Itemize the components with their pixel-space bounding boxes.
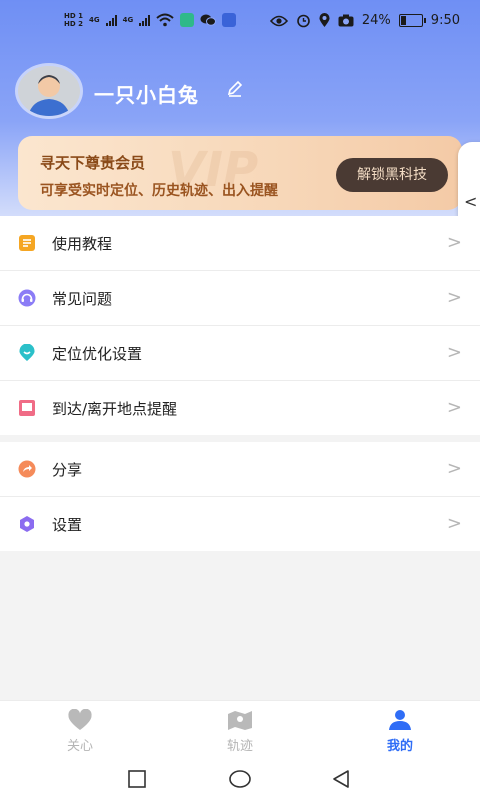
status-bar: HD 1 HD 2 4G 4G 24% 9:50: [0, 0, 480, 44]
status-right: 24% 9:50: [269, 13, 460, 28]
menu-item-faq[interactable]: 常见问题 >: [0, 271, 480, 326]
menu-item-tutorial[interactable]: 使用教程 >: [0, 216, 480, 271]
nav-item-track[interactable]: 轨迹: [160, 701, 320, 759]
camera-icon: [338, 14, 354, 27]
nav-label: 我的: [386, 739, 413, 754]
menu-item-location-optimize[interactable]: 定位优化设置 >: [0, 326, 480, 381]
wifi-icon: [156, 13, 174, 27]
nav-item-care[interactable]: 关心: [0, 701, 160, 759]
home-icon[interactable]: [229, 770, 251, 788]
app-icon-shield: [222, 13, 237, 27]
recent-apps-icon[interactable]: [128, 770, 146, 788]
wechat-icon: [200, 14, 217, 26]
sim2-label: HD 2: [64, 20, 83, 28]
menu-label: 到达/离开地点提醒: [52, 400, 178, 418]
signal2-icon: [139, 14, 151, 26]
menu-item-settings[interactable]: 设置 >: [0, 497, 480, 551]
tutorial-icon: [19, 235, 35, 251]
vip-title: 寻天下尊贵会员: [40, 154, 146, 172]
app-icon-green: [180, 13, 195, 27]
menu-group-secondary: 分享 > 设置 >: [0, 442, 480, 551]
bottom-nav: 关心 轨迹 我的: [0, 700, 480, 759]
location-icon: [319, 13, 330, 27]
battery-percent: 24%: [361, 13, 391, 28]
signal1-icon: [105, 14, 117, 26]
person-icon: [389, 710, 411, 730]
sim1-label: HD 1: [64, 12, 83, 20]
menu-label: 设置: [52, 516, 83, 534]
avatar-person-icon: [18, 66, 80, 116]
arrival-icon: [19, 400, 35, 416]
battery-fill: [400, 16, 407, 25]
menu-label: 分享: [52, 461, 83, 479]
status-left: HD 1 HD 2 4G 4G: [64, 12, 237, 28]
network1-label: 4G: [88, 16, 100, 24]
system-nav-bar: [0, 758, 480, 800]
nav-label: 轨迹: [226, 739, 253, 754]
chevron-right-icon: >: [446, 513, 462, 534]
menu-item-share[interactable]: 分享 >: [0, 442, 480, 497]
pencil-icon[interactable]: [226, 80, 244, 98]
menu-label: 定位优化设置: [52, 345, 143, 363]
heart-icon: [68, 709, 92, 730]
alarm-icon: [297, 14, 310, 28]
chevron-right-icon: >: [446, 232, 462, 253]
network2-label: 4G: [122, 16, 134, 24]
vip-card[interactable]: VIP 寻天下尊贵会员 可享受实时定位、历史轨迹、出入提醒 解锁黑科技: [18, 136, 462, 210]
nav-label: 关心: [66, 739, 93, 754]
map-icon: [228, 711, 252, 730]
headset-icon: [18, 289, 36, 307]
chevron-right-icon: >: [446, 342, 462, 363]
chevron-right-icon: >: [446, 287, 462, 308]
share-icon: [18, 460, 36, 478]
settings-icon: [20, 516, 34, 532]
chevron-left-icon: <: [464, 192, 478, 211]
user-name[interactable]: 一只小白兔: [94, 79, 199, 108]
nav-item-mine[interactable]: 我的: [320, 701, 480, 759]
menu-label: 常见问题: [52, 290, 113, 308]
menu-label: 使用教程: [52, 235, 113, 253]
menu-item-arrival-reminder[interactable]: 到达/离开地点提醒 >: [0, 381, 480, 435]
chevron-right-icon: >: [446, 458, 462, 479]
eye-icon: [269, 15, 288, 26]
clock: 9:50: [430, 13, 460, 28]
unlock-button[interactable]: 解锁黑科技: [336, 158, 448, 192]
battery-icon: [398, 14, 426, 27]
avatar[interactable]: [18, 66, 80, 116]
menu-group-main: 使用教程 > 常见问题 > 定位优化设置 > 到达/离开地点提醒 >: [0, 216, 480, 435]
back-icon[interactable]: [332, 770, 350, 788]
location-pin-icon: [19, 344, 35, 361]
chevron-right-icon: >: [446, 397, 462, 418]
vip-description: 可享受实时定位、历史轨迹、出入提醒: [40, 183, 278, 199]
